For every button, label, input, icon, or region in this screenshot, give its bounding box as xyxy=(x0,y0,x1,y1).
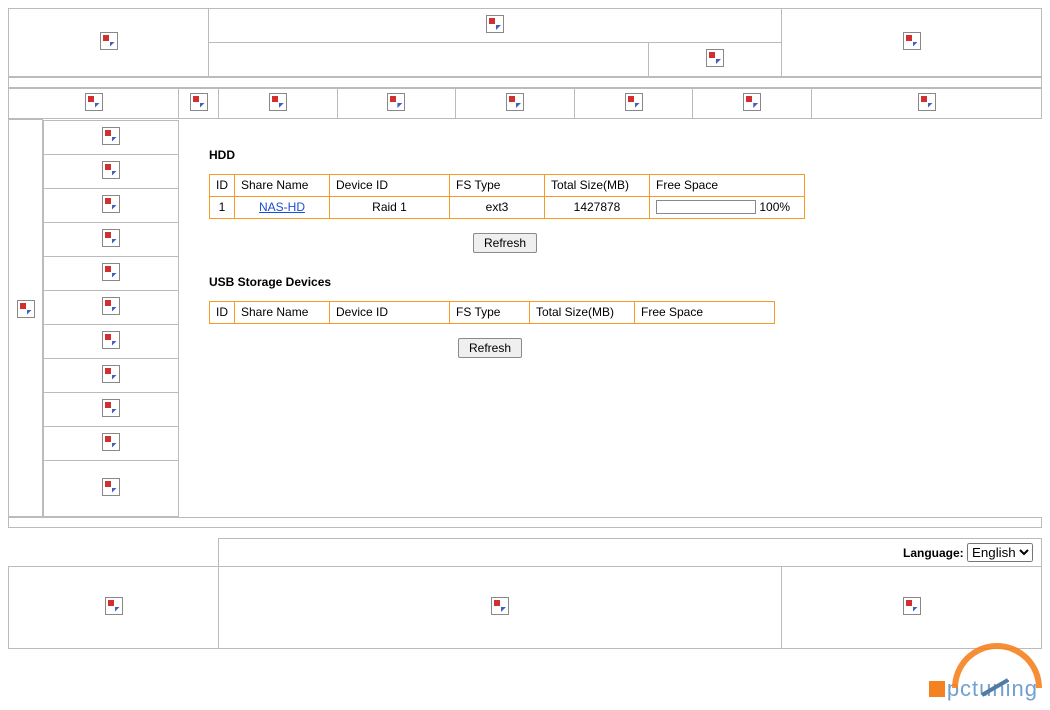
share-link[interactable]: NAS-HD xyxy=(259,200,305,214)
broken-image-icon xyxy=(105,597,123,615)
cell-total-size: 1427878 xyxy=(545,196,650,218)
broken-image-icon xyxy=(102,478,120,496)
broken-image-icon xyxy=(100,32,118,50)
broken-image-icon xyxy=(625,93,643,111)
header-logo-cell xyxy=(9,9,209,77)
tab-item[interactable] xyxy=(812,89,1042,119)
tab-item[interactable] xyxy=(693,89,812,119)
col-fs-type: FS Type xyxy=(450,174,545,196)
usb-section-title: USB Storage Devices xyxy=(209,275,1042,289)
broken-image-icon xyxy=(903,597,921,615)
table-row: 1 NAS-HD Raid 1 ext3 1427878 100% xyxy=(210,196,805,218)
col-share-name: Share Name xyxy=(235,301,330,323)
footer: Language: English xyxy=(8,538,1042,649)
sidebar-item[interactable] xyxy=(44,426,179,460)
broken-image-icon xyxy=(491,597,509,615)
sidebar-item[interactable] xyxy=(44,188,179,222)
header-sub-right xyxy=(649,43,782,77)
sidebar-item[interactable] xyxy=(44,460,179,516)
free-space-bar xyxy=(656,200,756,214)
cell-fs-type: ext3 xyxy=(450,196,545,218)
hdd-table: ID Share Name Device ID FS Type Total Si… xyxy=(209,174,805,219)
refresh-button-usb[interactable]: Refresh xyxy=(458,338,522,358)
header-sub-left xyxy=(209,43,649,77)
footer-center xyxy=(219,567,782,649)
broken-image-icon xyxy=(102,229,120,247)
sidebar-item[interactable] xyxy=(44,358,179,392)
header-banner-cell xyxy=(209,9,782,43)
broken-image-icon xyxy=(102,127,120,145)
broken-image-icon xyxy=(85,93,103,111)
cell-free-space: 100% xyxy=(650,196,805,218)
tab-item[interactable] xyxy=(337,89,456,119)
main-layout: HDD ID Share Name Device ID FS Type Tota… xyxy=(8,119,1042,517)
header-divider xyxy=(8,77,1042,88)
broken-image-icon xyxy=(102,263,120,281)
col-device-id: Device ID xyxy=(330,174,450,196)
broken-image-icon xyxy=(190,93,208,111)
broken-image-icon xyxy=(102,433,120,451)
col-free-space: Free Space xyxy=(635,301,775,323)
cell-id: 1 xyxy=(210,196,235,218)
col-total-size: Total Size(MB) xyxy=(530,301,635,323)
broken-image-icon xyxy=(506,93,524,111)
broken-image-icon xyxy=(269,93,287,111)
col-share-name: Share Name xyxy=(235,174,330,196)
top-tabs-side xyxy=(9,89,179,119)
broken-image-icon xyxy=(102,365,120,383)
broken-image-icon xyxy=(102,161,120,179)
broken-image-icon xyxy=(102,399,120,417)
tab-item[interactable] xyxy=(574,89,693,119)
col-id: ID xyxy=(210,174,235,196)
sidebar-item[interactable] xyxy=(44,392,179,426)
sidebar-menu xyxy=(43,120,179,517)
broken-image-icon xyxy=(486,15,504,33)
broken-image-icon xyxy=(706,49,724,67)
hdd-section-title: HDD xyxy=(209,148,1042,162)
tab-item[interactable] xyxy=(456,89,575,119)
broken-image-icon xyxy=(102,195,120,213)
usb-table: ID Share Name Device ID FS Type Total Si… xyxy=(209,301,775,324)
broken-image-icon xyxy=(102,331,120,349)
sidebar-item[interactable] xyxy=(44,290,179,324)
top-tabs xyxy=(8,88,1042,119)
footer-divider xyxy=(8,517,1042,528)
sidebar-outer xyxy=(9,120,43,517)
broken-image-icon xyxy=(102,297,120,315)
col-free-space: Free Space xyxy=(650,174,805,196)
col-total-size: Total Size(MB) xyxy=(545,174,650,196)
broken-image-icon xyxy=(17,300,35,318)
tab-item[interactable] xyxy=(179,89,219,119)
watermark: pctuning xyxy=(929,676,1038,702)
refresh-button-hdd[interactable]: Refresh xyxy=(473,233,537,253)
broken-image-icon xyxy=(918,93,936,111)
sidebar-item[interactable] xyxy=(44,256,179,290)
header-strip xyxy=(8,8,1042,77)
free-space-pct: 100% xyxy=(759,200,790,214)
header-right-cell xyxy=(782,9,1042,77)
broken-image-icon xyxy=(387,93,405,111)
content-area: HDD ID Share Name Device ID FS Type Tota… xyxy=(179,120,1042,517)
col-fs-type: FS Type xyxy=(450,301,530,323)
sidebar-item[interactable] xyxy=(44,324,179,358)
watermark-text: pctuning xyxy=(947,676,1038,701)
language-label: Language: xyxy=(903,546,964,560)
sidebar-item[interactable] xyxy=(44,120,179,154)
broken-image-icon xyxy=(903,32,921,50)
cell-share-name: NAS-HD xyxy=(235,196,330,218)
broken-image-icon xyxy=(743,93,761,111)
cell-device-id: Raid 1 xyxy=(330,196,450,218)
language-select[interactable]: English xyxy=(967,543,1033,562)
footer-right xyxy=(782,567,1042,649)
col-device-id: Device ID xyxy=(330,301,450,323)
col-id: ID xyxy=(210,301,235,323)
tab-item[interactable] xyxy=(219,89,338,119)
sidebar-item[interactable] xyxy=(44,222,179,256)
footer-left xyxy=(9,567,219,649)
sidebar-item[interactable] xyxy=(44,154,179,188)
